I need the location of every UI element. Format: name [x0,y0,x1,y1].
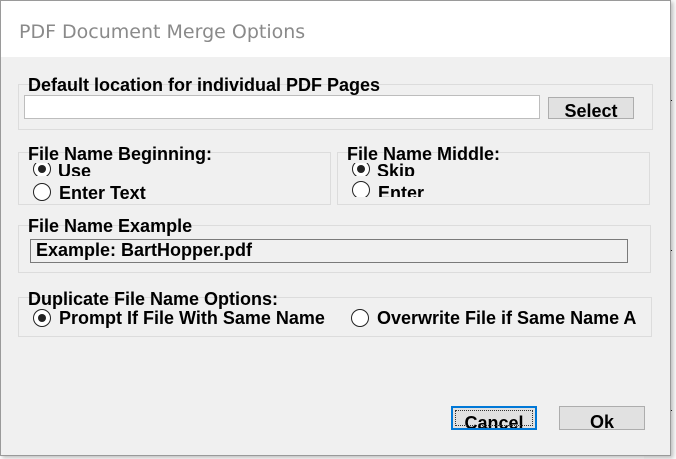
cancel-button[interactable]: Cancel [451,406,537,430]
beginning-use-label: Use [58,163,92,176]
select-button[interactable]: Select [548,97,634,119]
cancel-button-label: Cancel [464,413,524,430]
default-location-input[interactable] [24,95,540,119]
file-name-example-label: File Name Example [28,216,193,236]
dialog-title: PDF Document Merge Options [19,21,306,43]
beginning-use-radio[interactable] [33,163,51,176]
merge-options-dialog: PDF Document Merge Options Default locat… [0,0,671,456]
file-name-middle-area: File Name Middle: Skip Enter [344,141,644,197]
duplicate-options-area: Duplicate File Name Options: Prompt If F… [25,286,650,334]
file-name-example-field: Example: BartHopper.pdf [30,239,628,263]
middle-enter-radio[interactable] [352,181,370,197]
file-name-middle-label: File Name Middle: [347,144,501,164]
file-name-beginning-label: File Name Beginning: [28,144,213,164]
overwrite-if-same-name-radio[interactable] [351,309,369,327]
file-name-beginning-area: File Name Beginning: Use Enter Text [25,141,325,201]
prompt-if-same-name-label: Prompt If File With Same Name [59,308,325,328]
default-location-label: Default location for individual PDF Page… [28,75,381,95]
duplicate-options-label: Duplicate File Name Options: [28,289,279,309]
overwrite-if-same-name-label: Overwrite File if Same Name A [377,308,637,328]
select-button-label: Select [564,101,618,119]
middle-option-skip-row[interactable]: Skip [344,163,544,176]
middle-skip-radio[interactable] [352,163,370,176]
title-bar: PDF Document Merge Options [1,1,670,57]
ok-button[interactable]: Ok [559,406,645,430]
prompt-if-same-name-radio[interactable] [33,309,51,327]
middle-enter-label: Enter [378,183,425,197]
beginning-option-use-row[interactable]: Use [25,163,225,176]
beginning-enter-text-label: Enter Text [59,183,146,201]
beginning-enter-text-radio[interactable] [33,183,51,201]
middle-skip-label: Skip [377,163,416,176]
ok-button-label: Ok [589,412,614,430]
